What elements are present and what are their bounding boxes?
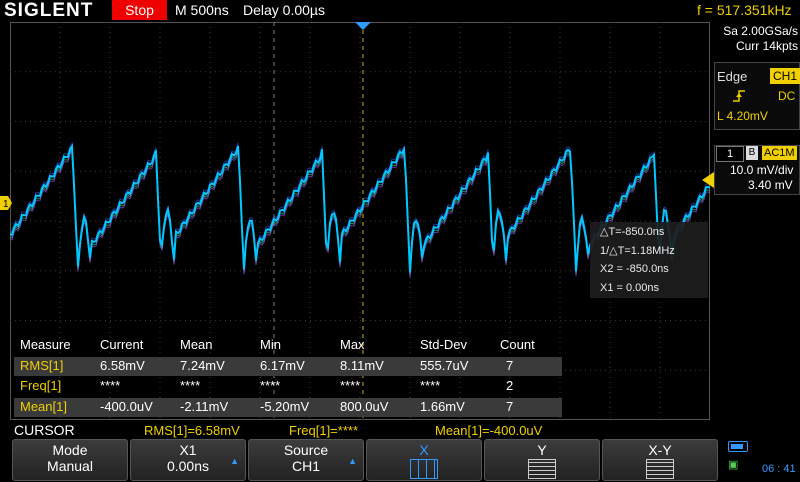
measure-name: Freq[1] [20,378,62,393]
softkey-y-cursor[interactable]: Y [484,439,600,481]
softkey-xy-cursor[interactable]: X-Y [602,439,718,481]
softkey-x-cursor[interactable]: X [366,439,482,481]
measure-name: Mean[1] [20,399,67,414]
softkey-label: Source [283,442,329,458]
trigger-level-marker[interactable] [702,172,714,188]
xy-cursor-icon [646,459,674,479]
status-mean: Mean[1]=-400.0uV [435,423,543,438]
adjust-arrow-icon: ▲ [230,456,239,466]
cursor-x1-value: X1 = 0.00ns [600,282,660,294]
softkey-label: Mode [52,442,88,458]
trigger-position-marker[interactable] [355,22,371,30]
softkey-mode[interactable]: Mode Manual [12,439,128,481]
header-std-dev: Std-Dev [420,337,467,352]
y-cursor-icon [528,459,556,479]
header-measure: Measure [20,337,71,352]
status-rms: RMS[1]=6.58mV [144,423,240,438]
measure-current: -400.0uV [100,399,153,414]
softkey-label: Y [537,442,547,458]
measure-mean: 7.24mV [180,358,225,373]
softkey-label: X [419,442,429,458]
trigger-source: CH1 [770,68,800,84]
measure-name: RMS[1] [20,358,64,373]
measure-mean: -2.11mV [180,399,229,414]
brand-logo: SIGLENT [4,0,94,21]
channel-coupling: AC1M [762,146,797,160]
measure-std-dev: **** [420,378,441,393]
header-max: Max [340,337,365,352]
measure-current: **** [100,378,121,393]
measure-min: -5.20mV [260,399,310,414]
softkey-value: Manual [47,458,93,474]
delay-readout[interactable]: Delay 0.00µs [243,2,325,18]
softkey-value: CH1 [291,458,320,474]
ch1-offset-marker[interactable]: 1 [0,196,12,210]
header-count: Count [500,337,535,352]
menu-status-line [0,421,800,438]
channel-offset: 3.40 mV [748,178,793,192]
table-row: Mean[1] -400.0uV -2.11mV -5.20mV 800.0uV… [14,398,562,417]
adjust-arrow-icon: ▲ [348,456,357,466]
softkey-label: X1 [179,442,197,458]
trigger-mode: Edge [717,69,748,84]
header-mean: Mean [180,337,213,352]
frequency-counter: f = 517.351kHz [697,2,792,18]
channel-number: 1 [716,146,744,162]
battery-icon [728,441,748,452]
clock: 06 : 41 [762,463,796,475]
table-row: RMS[1] 6.58mV 7.24mV 6.17mV 8.11mV 555.7… [14,357,562,376]
menu-title: CURSOR [14,422,75,438]
acquisition-info: Sa 2.00GSa/s Curr 14kpts [722,24,798,54]
measure-count: 7 [506,399,514,414]
measure-min: **** [260,378,281,393]
cursor-readout-box: △T=-850.0ns 1/△T=1.18MHz X2 = -850.0ns X… [590,222,708,298]
measure-min: 6.17mV [260,358,305,373]
trigger-level: L 4.20mV [717,109,768,123]
measurement-header-row: Measure Current Mean Min Max Std-Dev Cou… [14,336,562,355]
table-row: Freq[1] **** **** **** **** **** 2 [14,377,562,396]
measure-current: 6.58mV [100,358,145,373]
measure-std-dev: 1.66mV [420,399,465,414]
softkey-label: X-Y [648,442,672,458]
measure-max: **** [340,378,361,393]
status-freq: Freq[1]=**** [289,423,359,438]
memory-depth: Curr 14kpts [735,39,798,53]
header-current: Current [100,337,144,352]
channel-vertical-scale: 10.0 mV/div [730,163,794,177]
measure-count: 7 [506,358,514,373]
header-min: Min [260,337,281,352]
network-icon: ▣ [728,459,739,471]
rising-edge-icon [732,89,746,106]
softkey-x1[interactable]: X1 0.00ns ▲ [130,439,246,481]
sample-rate: Sa 2.00GSa/s [723,24,798,38]
x-cursor-icon [410,459,438,479]
cursor-delta-t: △T=-850.0ns [600,226,665,238]
softkey-value: 0.00ns [166,458,210,474]
bandwidth-limit-icon: B [746,146,758,160]
cursor-x2-value: X2 = -850.0ns [600,263,669,275]
measure-max: 800.0uV [340,399,389,414]
ch1-offset-marker-label: 1 [3,199,9,210]
measure-mean: **** [180,378,201,393]
measure-count: 2 [506,378,514,393]
softkey-source[interactable]: Source CH1 ▲ [248,439,364,481]
trigger-coupling: DC [778,89,796,103]
timebase-readout[interactable]: M 500ns [175,2,229,18]
measure-std-dev: 555.7uV [420,358,469,373]
run-stop-indicator[interactable]: Stop [112,0,167,20]
cursor-inverse-delta-t: 1/△T=1.18MHz [600,245,675,257]
measure-max: 8.11mV [340,358,384,373]
